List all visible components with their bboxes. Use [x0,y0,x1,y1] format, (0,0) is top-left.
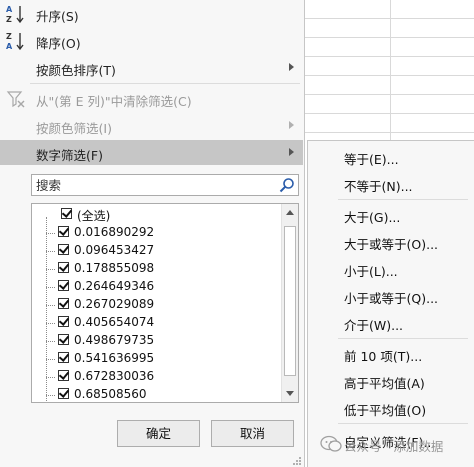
sort-ascending-item[interactable]: A Z 升序(S) [0,1,303,26]
submenu-item-label: 前 10 项(T)... [344,349,423,364]
ok-button[interactable]: 确定 [117,420,200,447]
submenu-item-label: 小于或等于(Q)... [344,291,439,306]
list-item[interactable]: 0.672830036 [32,368,280,386]
list-item[interactable]: 0.264649346 [32,278,280,296]
menu-divider [338,199,468,200]
search-box[interactable] [31,174,299,196]
select-all-label: (全选) [77,209,111,223]
list-item[interactable]: 0.178855098 [32,260,280,278]
list-scrollbar[interactable] [281,204,298,402]
sort-by-color-item[interactable]: 按颜色排序(T) [0,55,303,80]
filter-greater-or-equal-item[interactable]: 大于或等于(O)... [308,229,474,254]
submenu-arrow-icon [289,121,294,129]
value-checkbox[interactable] [58,352,69,363]
submenu-arrow-icon [289,148,294,156]
value-label: 0.541636995 [74,351,155,365]
svg-text:A: A [6,42,13,51]
value-checkbox[interactable] [58,388,69,399]
filter-greater-than-item[interactable]: 大于(G)... [308,202,474,227]
sort-descending-label: 降序(O) [36,36,81,51]
list-item[interactable]: 0.267029089 [32,296,280,314]
value-label: 0.267029089 [74,297,155,311]
submenu-arrow-icon [289,63,294,71]
list-item[interactable]: 0.405654074 [32,314,280,332]
scrollbar-thumb[interactable] [284,226,296,376]
svg-text:A: A [6,5,13,14]
value-checkbox-list[interactable]: (全选) 0.016890292 0.096453427 0.178855098… [31,203,299,403]
value-checkbox[interactable] [58,244,69,255]
clear-filter-label: 从"(第 E 列)"中清除筛选(C) [36,94,192,109]
value-checkbox[interactable] [58,262,69,273]
menu-divider [338,423,468,424]
value-label: 0.096453427 [74,243,155,257]
list-item[interactable]: 0.016890292 [32,224,280,242]
watermark: 公众号 · 添加数据 [318,433,474,455]
search-icon[interactable] [279,177,295,193]
filter-between-item[interactable]: 介于(W)... [308,310,474,335]
sort-by-color-label: 按颜色排序(T) [36,63,116,78]
svg-text:Z: Z [6,15,12,24]
chat-bubble-icon [320,435,342,452]
value-label: 0.016890292 [74,225,155,239]
value-checkbox[interactable] [58,334,69,345]
submenu-item-label: 高于平均值(A) [344,376,425,391]
value-checkbox[interactable] [58,280,69,291]
value-label: 0.68508560 [74,387,147,401]
filter-dropdown-menu: A Z 升序(S) Z A 降序(O) 按颜色排序(T) 从"(第 E 列)"中… [0,0,305,467]
value-label: 0.405654074 [74,315,155,329]
filter-top-10-item[interactable]: 前 10 项(T)... [308,341,474,366]
select-all-row[interactable]: (全选) [32,206,280,224]
filter-by-color-label: 按颜色筛选(I) [36,121,112,136]
cancel-button[interactable]: 取消 [211,420,294,447]
scroll-down-arrow-icon[interactable] [286,391,294,396]
submenu-item-label: 不等于(N)... [344,179,413,194]
submenu-item-label: 等于(E)... [344,152,399,167]
sort-descending-item[interactable]: Z A 降序(O) [0,28,303,53]
filter-less-than-item[interactable]: 小于(L)... [308,256,474,281]
filter-by-color-item[interactable]: 按颜色筛选(I) [0,113,303,138]
filter-equals-item[interactable]: 等于(E)... [308,144,474,169]
value-checkbox[interactable] [58,370,69,381]
value-label: 0.672830036 [74,369,155,383]
resize-grip-icon[interactable] [292,456,302,466]
menu-divider [30,83,300,84]
filter-not-equals-item[interactable]: 不等于(N)... [308,171,474,196]
number-filters-label: 数字筛选(F) [36,148,103,163]
submenu-item-label: 小于(L)... [344,264,398,279]
list-item[interactable]: 0.541636995 [32,350,280,368]
sort-ascending-label: 升序(S) [36,9,79,24]
submenu-item-label: 大于或等于(O)... [344,237,439,252]
list-item[interactable]: 0.68508560 [32,386,280,402]
list-item[interactable]: 0.498679735 [32,332,280,350]
clear-filter-icon [6,91,25,108]
list-item[interactable]: 0.096453427 [32,242,280,260]
search-input[interactable] [36,176,272,194]
select-all-checkbox[interactable] [61,208,72,219]
filter-above-average-item[interactable]: 高于平均值(A) [308,368,474,393]
value-label: 0.498679735 [74,333,155,347]
sort-descending-icon: Z A [6,32,24,51]
filter-less-or-equal-item[interactable]: 小于或等于(Q)... [308,283,474,308]
sort-ascending-icon: A Z [6,5,24,24]
value-label: 0.178855098 [74,261,155,275]
number-filters-item[interactable]: 数字筛选(F) [0,140,303,165]
value-checkbox[interactable] [58,298,69,309]
scroll-up-arrow-icon[interactable] [286,210,294,215]
clear-filter-item[interactable]: 从"(第 E 列)"中清除筛选(C) [0,86,303,111]
number-filters-submenu: 等于(E)... 不等于(N)... 大于(G)... 大于或等于(O)... … [307,140,474,467]
submenu-item-label: 大于(G)... [344,210,401,225]
value-checkbox[interactable] [58,226,69,237]
menu-divider [338,338,468,339]
filter-below-average-item[interactable]: 低于平均值(O) [308,395,474,420]
watermark-text: 公众号 · 添加数据 [344,439,444,454]
submenu-item-label: 低于平均值(O) [344,403,427,418]
svg-text:Z: Z [6,32,12,41]
value-label: 0.264649346 [74,279,155,293]
value-checkbox[interactable] [58,316,69,327]
submenu-item-label: 介于(W)... [344,318,404,333]
